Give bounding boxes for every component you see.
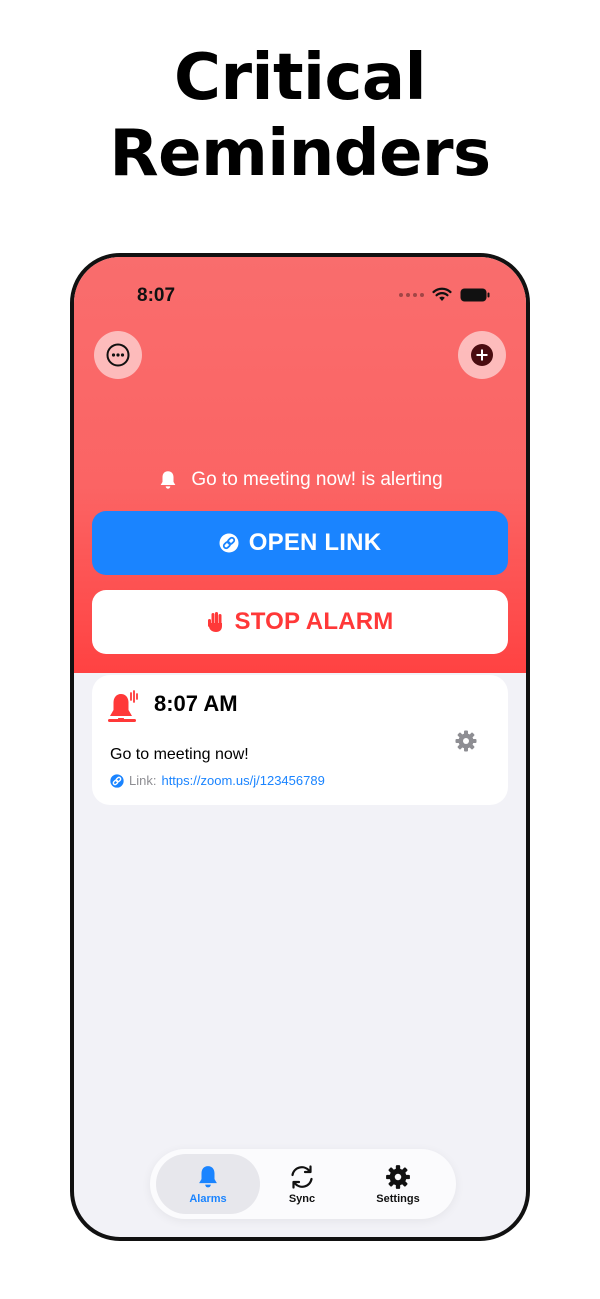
phone-frame: 8:07 Go to meeting now! is alerting OPEN… [70,253,530,1241]
open-link-button[interactable]: OPEN LINK [92,511,508,575]
gear-icon [386,1164,410,1189]
ellipsis-circle-icon [106,343,130,367]
cellular-signal-icon [399,292,424,297]
link-prefix: Link: [129,773,157,788]
bell-icon [199,1165,217,1187]
tab-label: Sync [288,1192,316,1205]
battery-icon [460,288,490,301]
tab-bar: Alarms Sync Settings [150,1149,456,1219]
marketing-headline: Critical Reminders [0,40,600,192]
add-alarm-button[interactable] [458,331,506,379]
ringing-bell-icon [108,690,138,722]
alarm-card[interactable]: 8:07 AM Go to meeting now! Link: https:/… [92,675,508,805]
stop-alarm-label: STOP ALARM [234,608,394,635]
open-link-label: OPEN LINK [248,529,382,556]
link-icon [219,533,239,553]
tab-alarms[interactable]: Alarms [156,1154,260,1214]
alarm-time: 8:07 AM [154,691,238,716]
alerting-status: Go to meeting now! is alerting [74,469,526,491]
hand-icon [207,612,222,632]
link-url[interactable]: https://zoom.us/j/123456789 [161,773,324,788]
wifi-icon [432,287,452,301]
link-icon [110,773,124,788]
alerting-text: Go to meeting now! is alerting [191,469,443,490]
bell-icon [160,471,176,489]
status-bar-indicators [399,287,490,302]
sync-icon [291,1164,313,1189]
alerting-header: 8:07 Go to meeting now! is alerting OPEN… [74,257,526,673]
headline-line-2: Reminders [109,117,491,191]
tab-settings[interactable]: Settings [346,1154,450,1214]
tab-label: Alarms [189,1192,227,1205]
status-bar-time: 8:07 [137,285,176,306]
plus-circle-icon [471,344,493,366]
alarm-settings-icon[interactable] [454,729,478,753]
headline-line-1: Critical [173,41,427,115]
alarm-title: Go to meeting now! [110,746,249,763]
more-options-button[interactable] [94,331,142,379]
alarm-link: Link: https://zoom.us/j/123456789 [110,773,325,788]
tab-label: Settings [376,1192,420,1205]
tab-sync[interactable]: Sync [250,1154,354,1214]
stop-alarm-button[interactable]: STOP ALARM [92,590,508,654]
